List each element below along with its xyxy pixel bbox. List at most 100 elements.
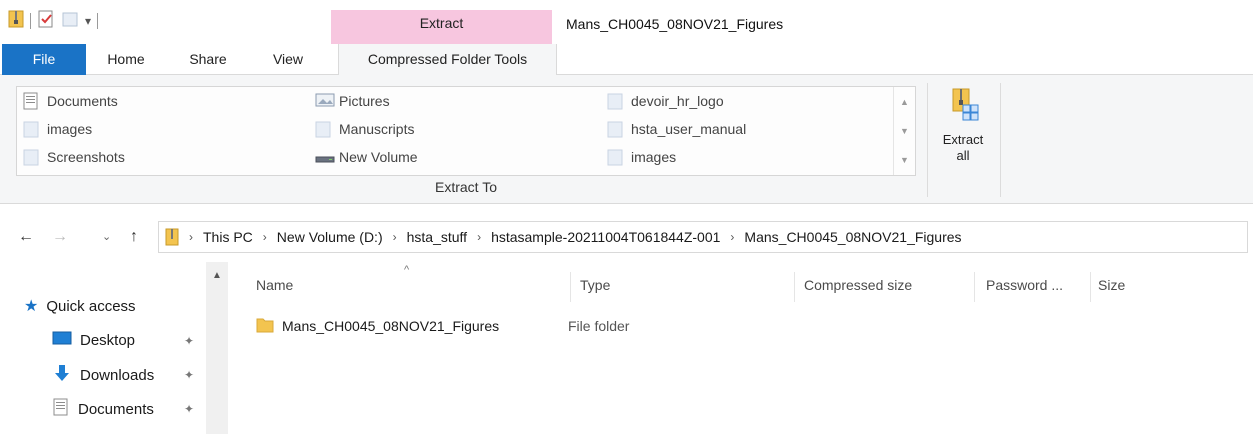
gallery-scroll: ▲ ▼ ▼	[893, 87, 915, 175]
nav-item-label: Desktop	[80, 331, 136, 349]
nav-item-downloads[interactable]: Downloads	[52, 364, 154, 386]
window-title: Mans_CH0045_08NOV21_Figures	[566, 16, 784, 32]
breadcrumb-hsta-stuff[interactable]: hsta_stuff	[407, 229, 467, 245]
file-name-cell: Mans_CH0045_08NOV21_Figures	[256, 317, 568, 336]
tab-compressed-folder-tools[interactable]: Compressed Folder Tools	[338, 44, 557, 76]
column-header-type[interactable]: Type	[580, 274, 610, 302]
pictures-icon	[315, 92, 335, 110]
nav-item-desktop[interactable]: Desktop	[52, 330, 135, 350]
file-name: Mans_CH0045_08NOV21_Figures	[282, 318, 500, 334]
folder-icon	[607, 92, 623, 110]
folder-icon	[23, 148, 39, 166]
gallery-item-screenshots[interactable]: Screenshots	[23, 146, 125, 168]
extract-all-line2: all	[956, 148, 970, 163]
column-header-compressed-size[interactable]: Compressed size	[804, 274, 912, 302]
breadcrumb-chevron-icon: ›	[477, 230, 482, 244]
pin-icon[interactable]: ✦	[184, 402, 194, 416]
customize-qat-icon[interactable]: ▾	[85, 14, 91, 28]
navigation-bar: ← → ⌄ ↑ › This PC › New Volume (D:) › hs…	[0, 204, 1253, 262]
tab-share[interactable]: Share	[178, 44, 238, 75]
zip-folder-icon	[165, 228, 179, 246]
gallery-item-label: Documents	[47, 93, 118, 109]
gallery-item-pictures[interactable]: Pictures	[315, 90, 390, 112]
gallery-item-label: Screenshots	[47, 149, 125, 165]
gallery-item-manuscripts[interactable]: Manuscripts	[315, 118, 414, 140]
new-folder-icon[interactable]	[61, 10, 79, 31]
extract-all-label: Extract all	[943, 132, 983, 164]
breadcrumb-this-pc[interactable]: This PC	[203, 229, 253, 245]
gallery-item-label: New Volume	[339, 149, 418, 165]
up-arrow-icon[interactable]: ↑	[130, 228, 138, 246]
gallery-item-hsta-user-manual[interactable]: hsta_user_manual	[607, 118, 746, 140]
tab-home[interactable]: Home	[96, 44, 156, 75]
back-arrow-icon[interactable]: ←	[18, 228, 34, 246]
tab-view[interactable]: View	[258, 44, 318, 75]
ribbon-tabs: File Home Share View Compressed Folder T…	[0, 44, 1253, 76]
address-bar[interactable]: › This PC › New Volume (D:) › hsta_stuff…	[158, 221, 1248, 253]
breadcrumb-chevron-icon: ›	[189, 230, 193, 244]
breadcrumb-new-volume[interactable]: New Volume (D:)	[277, 229, 383, 245]
qat-separator	[30, 12, 31, 29]
nav-item-label: Documents	[78, 400, 154, 418]
column-divider[interactable]	[794, 272, 795, 302]
desktop-icon	[52, 330, 72, 350]
breadcrumb-chevron-icon: ›	[262, 230, 267, 244]
gallery-item-images-2[interactable]: images	[607, 146, 676, 168]
folder-icon	[607, 148, 623, 166]
quick-access-toolbar: ▾	[8, 10, 99, 31]
gallery-item-new-volume[interactable]: New Volume	[315, 146, 418, 168]
breadcrumb-hstasample[interactable]: hstasample-20211004T061844Z-001	[491, 229, 720, 245]
gallery-scroll-up-icon[interactable]: ▲	[894, 87, 915, 116]
recent-locations-chevron-icon[interactable]: ⌄	[102, 230, 111, 243]
breadcrumb-current-folder[interactable]: Mans_CH0045_08NOV21_Figures	[744, 229, 961, 245]
group-divider	[1000, 83, 1001, 197]
gallery-item-images[interactable]: images	[23, 118, 92, 140]
forward-arrow-icon[interactable]: →	[52, 228, 68, 246]
extract-all-icon	[945, 87, 981, 126]
column-divider[interactable]	[1090, 272, 1091, 302]
gallery-item-label: images	[631, 149, 677, 165]
file-type: File folder	[568, 318, 630, 334]
extract-all-line1: Extract	[942, 132, 984, 147]
gallery-item-label: devoir_hr_logo	[631, 93, 724, 109]
tab-file[interactable]: File	[2, 44, 86, 75]
gallery-scroll-down-icon[interactable]: ▼	[894, 116, 915, 145]
pin-icon[interactable]: ✦	[184, 334, 194, 348]
downloads-icon	[52, 364, 72, 386]
documents-icon	[52, 398, 70, 420]
zip-folder-icon[interactable]	[8, 10, 24, 31]
column-header-password[interactable]: Password ...	[986, 274, 1063, 302]
file-list: ^ Name Type Compressed size Password ...…	[228, 262, 1253, 434]
table-row[interactable]: Mans_CH0045_08NOV21_Figures File folder	[256, 314, 1246, 338]
gallery-item-label: Pictures	[339, 93, 390, 109]
sort-ascending-icon: ^	[404, 264, 410, 276]
extract-to-gallery: Documents images Screenshots Pictures Ma…	[16, 86, 916, 176]
title-bar: ▾ Extract Mans_CH0045_08NOV21_Figures	[0, 0, 1253, 44]
properties-icon[interactable]	[37, 10, 55, 31]
gallery-item-label: Manuscripts	[339, 121, 415, 137]
pin-icon[interactable]: ✦	[184, 368, 194, 382]
gallery-expand-icon[interactable]: ▼	[894, 145, 915, 174]
folder-icon	[607, 120, 623, 138]
breadcrumb-chevron-icon: ›	[392, 230, 397, 244]
extract-all-button[interactable]: Extract all	[933, 87, 993, 177]
column-divider[interactable]	[570, 272, 571, 302]
star-icon: ★	[24, 298, 39, 315]
nav-pane-scrollbar[interactable]: ▲	[206, 262, 228, 434]
nav-item-label: Downloads	[80, 366, 155, 384]
column-header-name[interactable]: Name	[256, 274, 293, 302]
column-header-size[interactable]: Size	[1098, 274, 1125, 302]
drive-icon	[315, 148, 335, 166]
column-divider[interactable]	[974, 272, 975, 302]
nav-quick-access[interactable]: ★ Quick access	[24, 296, 136, 316]
extract-context-header: Extract	[331, 10, 552, 44]
breadcrumb-chevron-icon: ›	[730, 230, 735, 244]
ribbon-panel: Documents images Screenshots Pictures Ma…	[0, 75, 1253, 204]
qat-separator	[97, 12, 99, 29]
gallery-item-documents[interactable]: Documents	[23, 90, 118, 112]
folder-icon	[315, 120, 331, 138]
gallery-item-devoir-hr-logo[interactable]: devoir_hr_logo	[607, 90, 724, 112]
scroll-up-icon[interactable]: ▲	[206, 270, 228, 281]
nav-item-documents[interactable]: Documents	[52, 398, 154, 420]
gallery-item-label: hsta_user_manual	[631, 121, 747, 137]
